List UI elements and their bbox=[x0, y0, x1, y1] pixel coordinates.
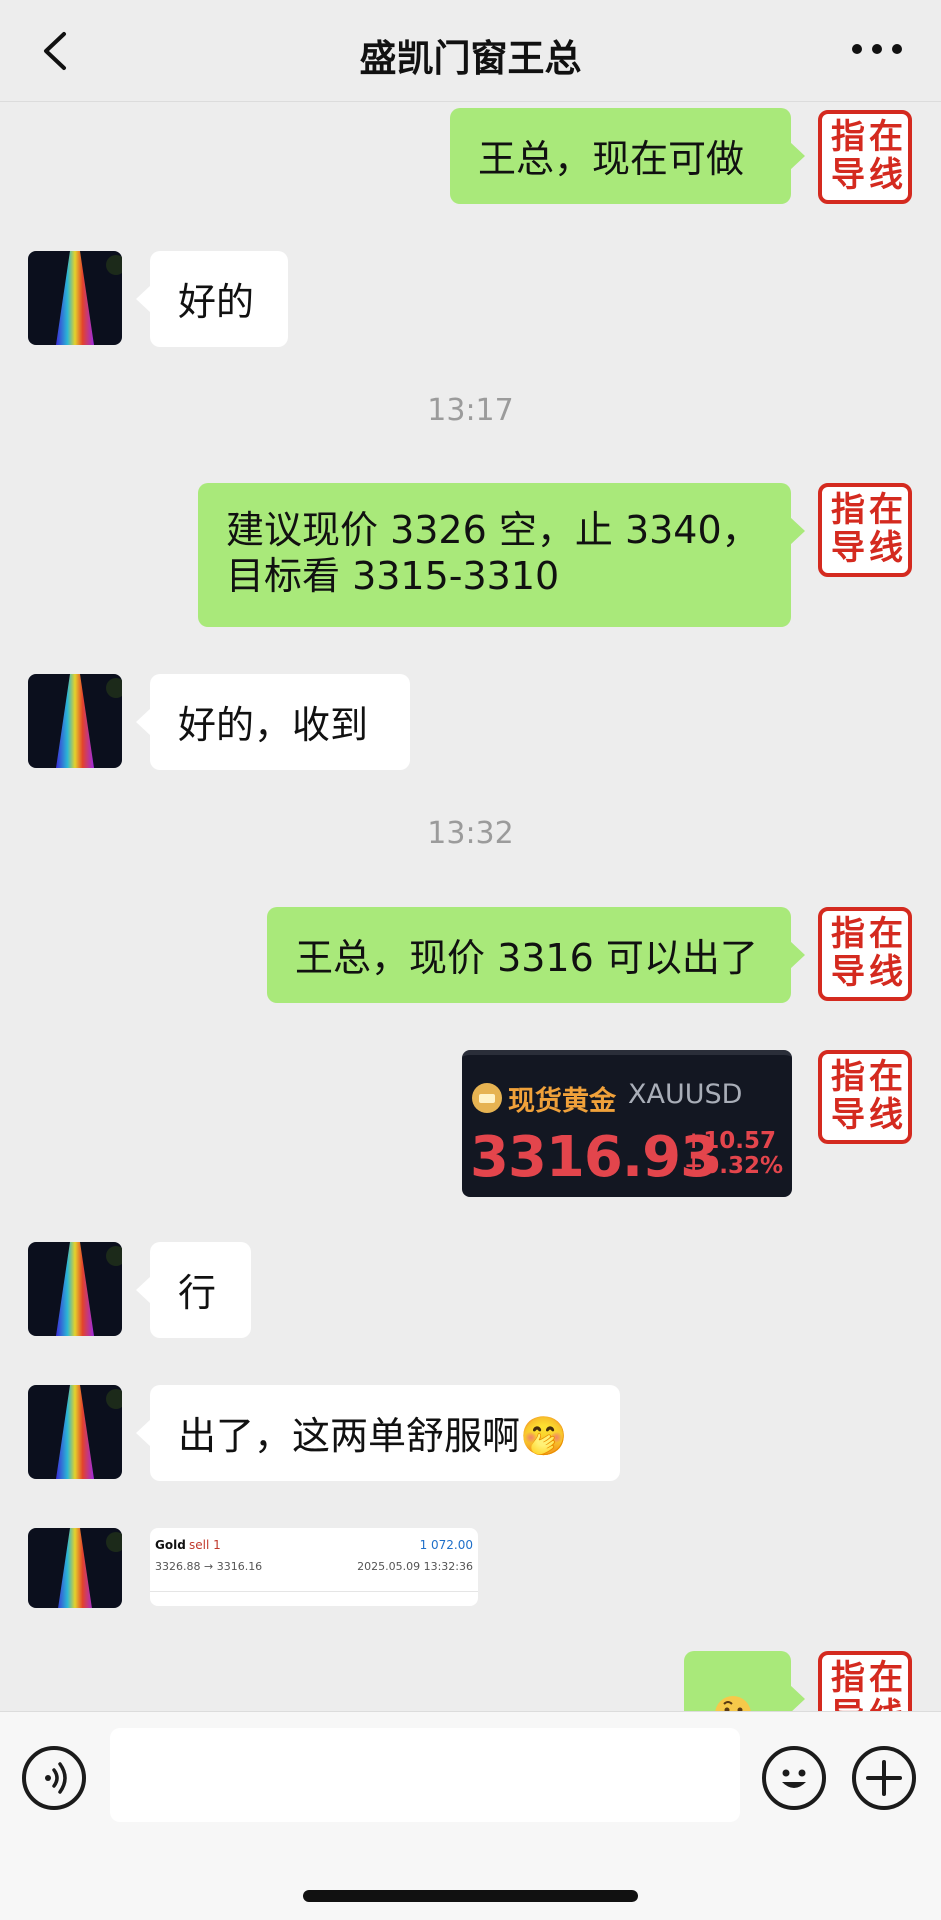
avatar-contact[interactable] bbox=[28, 1528, 122, 1608]
quote-symbol: XAUUSD bbox=[628, 1079, 743, 1110]
chat-header: 盛凯门窗王总 bbox=[0, 0, 941, 102]
avatar-contact[interactable] bbox=[28, 251, 122, 345]
seal-avatar-image: 指在 导线 bbox=[818, 1651, 912, 1711]
trade-record-image-message[interactable]: Gold sell 1 1 072.00 3326.88 → 3316.16 2… bbox=[150, 1528, 478, 1606]
message-text: 王总，现价 3316 可以出了 bbox=[295, 936, 758, 980]
avatar-contact[interactable] bbox=[28, 1385, 122, 1479]
divider bbox=[150, 1591, 478, 1592]
tower-lights-avatar-image bbox=[28, 251, 122, 345]
message-text-line: 目标看 3315-3310 bbox=[226, 554, 560, 598]
timestamp: 13:32 bbox=[427, 816, 514, 851]
more-functions-button[interactable] bbox=[852, 1746, 916, 1810]
voice-wave-icon bbox=[45, 1762, 67, 1794]
message-text: 行 bbox=[178, 1271, 217, 1315]
seal-avatar-image: 指在 导线 bbox=[818, 907, 912, 1001]
quote-change-percent: +0.32% bbox=[684, 1153, 784, 1179]
message-text: 王总，现在可做 bbox=[478, 137, 745, 181]
tower-lights-avatar-image bbox=[28, 1528, 122, 1608]
tower-lights-avatar-image bbox=[28, 1385, 122, 1479]
trade-time: 2025.05.09 13:32:36 bbox=[357, 1560, 473, 1573]
quote-change-value: +10.57 bbox=[684, 1128, 777, 1154]
avatar-self[interactable]: 指在 导线 bbox=[818, 1050, 912, 1144]
quote-change: +10.57 +0.32% bbox=[684, 1129, 783, 1179]
plus-icon bbox=[866, 1760, 902, 1796]
timestamp: 13:17 bbox=[427, 393, 514, 428]
seal-avatar-image: 指在 导线 bbox=[818, 483, 912, 577]
home-indicator[interactable] bbox=[303, 1890, 638, 1902]
avatar-self[interactable]: 指在 导线 bbox=[818, 1651, 912, 1711]
seal-avatar-image: 指在 导线 bbox=[818, 1050, 912, 1144]
message-text: 好的 bbox=[178, 280, 255, 324]
emoji-button[interactable] bbox=[762, 1746, 826, 1810]
avatar-contact[interactable] bbox=[28, 674, 122, 768]
avatar-self[interactable]: 指在 导线 bbox=[818, 907, 912, 1001]
message-bubble-outgoing[interactable]: 王总，现价 3316 可以出了 bbox=[267, 907, 805, 1003]
smiley-face-icon bbox=[782, 1769, 806, 1788]
chat-title: 盛凯门窗王总 bbox=[359, 37, 582, 80]
message-bubble-outgoing[interactable]: 建议现价 3326 空，止 3340， 目标看 3315-3310 bbox=[198, 483, 805, 627]
trade-prices: 3326.88 → 3316.16 bbox=[155, 1560, 263, 1573]
voice-input-button[interactable] bbox=[22, 1746, 86, 1810]
avatar-self[interactable]: 指在 导线 bbox=[818, 483, 912, 577]
quote-price: 3316.93 bbox=[470, 1125, 719, 1190]
trade-profit: 1 072.00 bbox=[419, 1538, 473, 1552]
message-text: 好的，收到 bbox=[178, 703, 369, 747]
message-bubble-incoming[interactable]: 行 bbox=[136, 1242, 251, 1338]
gold-coin-icon bbox=[472, 1083, 502, 1113]
message-input[interactable] bbox=[110, 1728, 740, 1822]
seal-avatar-image: 指在 导线 bbox=[818, 110, 912, 204]
message-bubble-incoming[interactable]: 好的 bbox=[136, 251, 288, 347]
trade-symbol: Gold bbox=[155, 1538, 186, 1552]
quote-name: 现货黄金 bbox=[508, 1086, 616, 1117]
thinking-face-icon bbox=[715, 1696, 751, 1711]
message-bubble-incoming[interactable]: 出了，这两单舒服啊🤭 bbox=[136, 1385, 620, 1481]
tower-lights-avatar-image bbox=[28, 1242, 122, 1336]
message-text-line: 建议现价 3326 空，止 3340， bbox=[226, 508, 760, 552]
input-bar bbox=[0, 1711, 941, 1920]
chat-message-list[interactable]: 王总，现在可做 指在 导线 好的 13:17 建议现价 3326 空，止 334… bbox=[0, 103, 941, 1711]
message-bubble-outgoing[interactable] bbox=[684, 1651, 805, 1711]
tower-lights-avatar-image bbox=[28, 674, 122, 768]
trade-action: sell 1 bbox=[189, 1538, 221, 1552]
more-dots-icon[interactable] bbox=[849, 34, 905, 64]
message-bubble-outgoing[interactable]: 王总，现在可做 bbox=[450, 108, 805, 204]
message-bubble-incoming[interactable]: 好的，收到 bbox=[136, 674, 410, 770]
message-text: 出了，这两单舒服啊🤭 bbox=[178, 1414, 568, 1458]
avatar-contact[interactable] bbox=[28, 1242, 122, 1336]
avatar-self[interactable]: 指在 导线 bbox=[818, 110, 912, 204]
gold-quote-image-message[interactable]: 现货黄金 XAUUSD 3316.93 +10.57 +0.32% bbox=[462, 1050, 792, 1197]
